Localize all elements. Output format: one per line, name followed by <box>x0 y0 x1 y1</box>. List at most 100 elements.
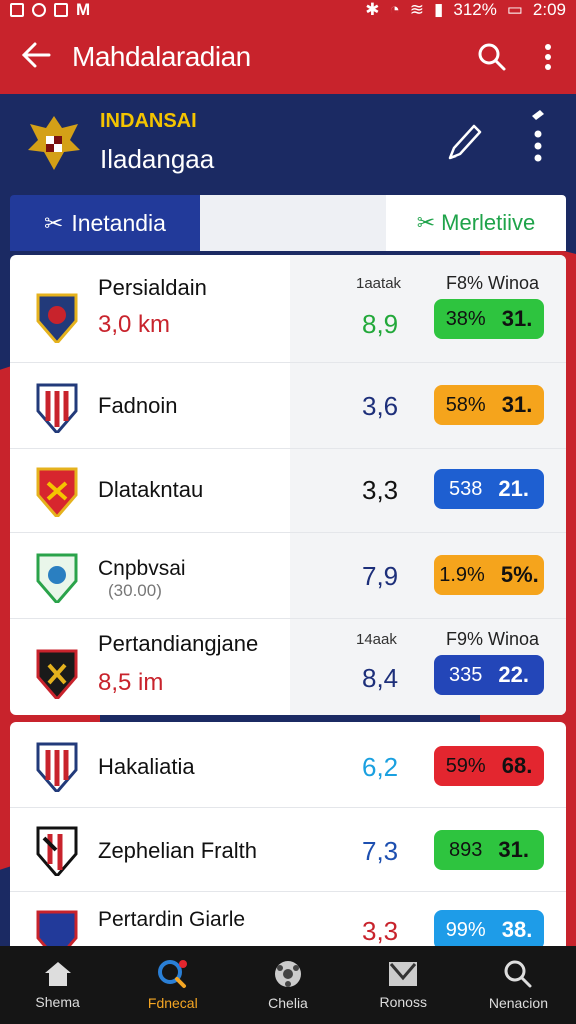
stats-pill: 59% 68. <box>434 746 544 786</box>
pill-left: 538 <box>449 477 483 500</box>
pill-left: 58% <box>445 393 486 416</box>
score-value: 3,3 <box>362 916 399 946</box>
list-item[interactable]: Pertardin Giarle 3,3 99% 38. <box>10 892 566 952</box>
results-list-secondary: Hakaliatia 6,2 59% 68. Zephelian Fralth … <box>10 722 566 952</box>
pill-right: 31. <box>501 392 533 417</box>
app-bar: Mahdalaradian <box>0 20 576 94</box>
swords-icon: ✂ <box>416 210 436 235</box>
club-name: Hakaliatia <box>98 754 195 779</box>
image-icon <box>54 3 68 17</box>
club-name: Dlatakntau <box>98 477 204 502</box>
more-vert-icon <box>545 44 551 70</box>
bottom-navigation: Shema Fdnecal Chelia Ronoss Nenacion <box>0 946 576 1024</box>
score-value: 3,3 <box>362 475 399 505</box>
pill-left: 59% <box>445 754 486 777</box>
pencil-icon <box>448 124 482 160</box>
home-icon <box>44 962 71 986</box>
tab-spacer <box>200 195 386 251</box>
profile-header: INDANSAI Iladangaa <box>0 94 576 194</box>
mail-icon: M <box>76 0 91 19</box>
club-crest-icon <box>36 649 78 699</box>
page-title: Mahdalaradian <box>72 41 251 72</box>
mail-icon <box>389 962 418 986</box>
clock-time: 2:09 <box>532 0 566 19</box>
club-name: Zephelian Fralth <box>98 838 257 863</box>
column-header: 14aak <box>356 631 397 648</box>
tab-label: Merletiive <box>441 210 536 235</box>
pill-left: 99% <box>445 918 486 941</box>
club-distance: 3,0 km <box>98 311 171 338</box>
score-value: 8,9 <box>362 309 399 339</box>
list-item[interactable]: Zephelian Fralth 7,3 893 31. <box>10 808 566 892</box>
more-options-button[interactable] <box>520 43 576 71</box>
pill-right: 38. <box>501 917 533 942</box>
nav-item-ball[interactable]: Chelia <box>230 946 345 1024</box>
club-distance: 8,5 im <box>98 669 164 696</box>
swords-icon: ✂ <box>44 209 64 236</box>
nav-label: Shema <box>35 994 80 1010</box>
bluetooth-icon: ✱ <box>365 0 380 19</box>
status-bar: M ✱ ◔ ≋ ▮ 312% ▭ 2:09 <box>0 0 576 20</box>
wifi-icon: ≋ <box>409 0 424 19</box>
nav-item-mail[interactable]: Ronoss <box>346 946 461 1024</box>
pill-left: 893 <box>449 838 483 861</box>
list-item[interactable]: Cnpbvsai (30.00) 7,9 1.9% 5%. <box>10 533 566 619</box>
header-subtitle: Iladangaa <box>100 144 215 174</box>
arrow-left-icon <box>21 42 51 67</box>
column-header: F8% Winoa <box>446 273 540 293</box>
club-crest-icon <box>36 467 78 517</box>
ball-icon <box>275 961 301 987</box>
pill-right: 21. <box>498 476 529 501</box>
list-item[interactable]: Dlatakntau 3,3 538 21. <box>10 449 566 533</box>
list-item[interactable]: Fadnoin 3,6 58% 31. <box>10 363 566 449</box>
signal-icon: ▮ <box>434 0 444 19</box>
battery-icon: ▭ <box>506 0 523 19</box>
nav-label: Chelia <box>268 995 308 1011</box>
pill-left: 1.9% <box>439 563 485 586</box>
club-name: Persialdain <box>98 275 207 300</box>
more-vert-icon <box>532 110 544 162</box>
tab-inetandia[interactable]: ✂ Inetandia <box>10 195 200 251</box>
nav-label: Nenacion <box>488 995 548 1011</box>
header-more-button[interactable] <box>528 106 548 171</box>
list-item[interactable]: Hakaliatia 6,2 59% 68. <box>10 722 566 808</box>
notification-icon <box>32 3 46 17</box>
tab-label: Inetandia <box>71 209 166 236</box>
pill-left: 38% <box>445 307 486 330</box>
nav-label: Fdnecal <box>147 995 198 1011</box>
nav-item-home[interactable]: Shema <box>0 946 115 1024</box>
pill-right: 31. <box>498 837 529 862</box>
list-item[interactable]: Pertandiangjane 8,5 im 14aak F9% Winoa 8… <box>10 619 566 715</box>
results-list: Persialdain 3,0 km 1aatak F8% Winoa 8,9 … <box>10 255 566 715</box>
nav-item-search-ball[interactable]: Fdnecal <box>115 946 230 1024</box>
battery-text: 312% <box>453 0 497 19</box>
score-value: 8,4 <box>362 663 399 693</box>
search-icon <box>504 960 532 988</box>
club-crest-icon <box>36 826 78 876</box>
gallery-icon <box>10 3 24 17</box>
stats-pill: 893 31. <box>434 830 544 870</box>
list-item[interactable]: Persialdain 3,0 km 1aatak F8% Winoa 8,9 … <box>10 255 566 363</box>
tab-merletiive[interactable]: ✂ Merletiive <box>386 195 566 251</box>
stats-pill: 99% 38. <box>434 910 544 950</box>
stats-pill: 1.9% 5%. <box>434 555 544 595</box>
stats-pill: 38% 31. <box>434 299 544 339</box>
alarm-icon: ◔ <box>389 0 400 19</box>
club-note: (30.00) <box>108 581 162 600</box>
pill-right: 22. <box>498 662 529 687</box>
stats-pill: 538 21. <box>434 469 544 509</box>
score-value: 3,6 <box>362 391 399 421</box>
back-button[interactable] <box>0 38 72 77</box>
score-value: 7,9 <box>362 561 399 591</box>
club-name: Pertandiangjane <box>98 631 259 656</box>
edit-button[interactable] <box>446 122 482 167</box>
search-ball-icon <box>157 960 187 988</box>
score-value: 6,2 <box>362 752 399 782</box>
search-button[interactable] <box>464 42 520 72</box>
club-name: Fadnoin <box>98 393 178 418</box>
pill-right: 31. <box>501 306 533 331</box>
stats-pill: 58% 31. <box>434 385 544 425</box>
nav-item-search[interactable]: Nenacion <box>461 946 576 1024</box>
pill-right: 5%. <box>500 562 539 587</box>
stats-pill: 335 22. <box>434 655 544 695</box>
